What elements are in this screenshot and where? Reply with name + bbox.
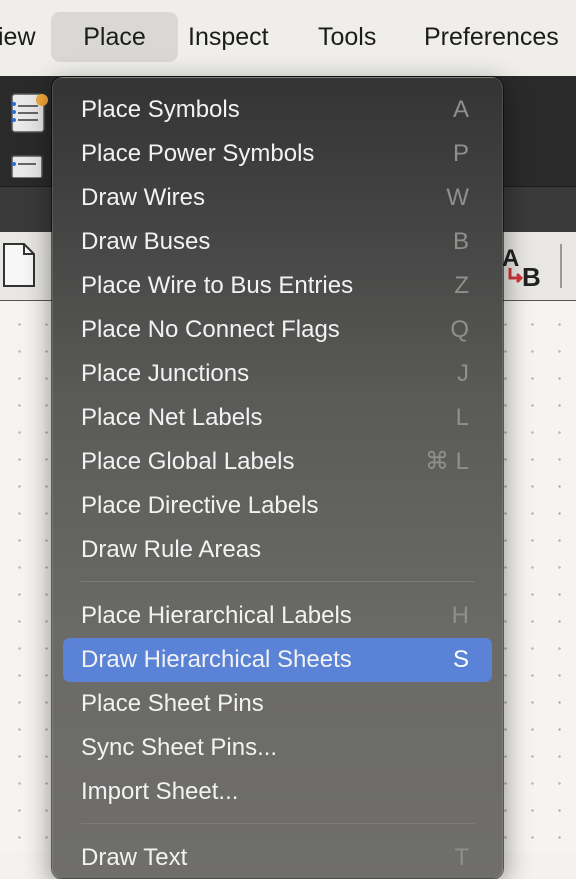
menu-item-shortcut: J [457,360,469,387]
menu-item-draw-text[interactable]: Draw Text T [63,836,492,878]
menu-item-shortcut: H [451,602,469,629]
menu-item-label: Place Junctions [81,360,250,387]
menu-item-sync-sheet-pins[interactable]: Sync Sheet Pins... [63,726,492,770]
toolbar-divider [560,244,562,288]
menu-item-label: Draw Buses [81,228,211,255]
menu-preferences[interactable]: Preferences [424,12,559,62]
menu-item-label: Import Sheet... [81,778,239,805]
sheet-icon[interactable] [0,240,38,292]
menu-item-label: Place No Connect Flags [81,316,340,343]
menu-item-place-directive-labels[interactable]: Place Directive Labels [63,484,492,528]
menu-item-shortcut: P [452,140,469,167]
menu-item-label: Place Global Labels [81,448,295,475]
menu-item-draw-buses[interactable]: Draw Buses B [63,220,492,264]
menu-item-label: Draw Hierarchical Sheets [81,646,352,673]
menu-item-shortcut: Z [454,272,469,299]
menu-item-shortcut: L [455,404,469,431]
menu-item-label: Draw Wires [81,184,205,211]
place-menu: Place Symbols A Place Power Symbols P Dr… [52,77,503,879]
menu-item-label: Sync Sheet Pins... [81,734,278,761]
menu-item-draw-rule-areas[interactable]: Draw Rule Areas [63,528,492,572]
menu-item-place-net-labels[interactable]: Place Net Labels L [63,396,492,440]
menu-item-label: Place Power Symbols [81,140,315,167]
menu-item-shortcut: S [452,646,469,673]
menu-separator [81,581,475,582]
menu-item-label: Place Symbols [81,96,240,123]
menu-item-place-global-labels[interactable]: Place Global Labels ⌘ L [63,440,492,484]
menu-item-shortcut: T [454,844,469,871]
menu-bar: iew Place Inspect Tools Preferences [0,0,576,76]
menu-separator [81,823,475,824]
menu-item-shortcut: B [452,228,469,255]
menu-inspect[interactable]: Inspect [188,12,269,62]
sheet-list-icon[interactable] [8,152,48,179]
menu-item-shortcut: Q [450,316,469,343]
menu-item-import-sheet[interactable]: Import Sheet... [63,770,492,814]
svg-text:B: B [522,262,541,292]
menu-item-label: Draw Text [81,844,188,871]
menu-item-label: Place Directive Labels [81,492,319,519]
menu-view[interactable]: iew [0,12,42,62]
text-replace-icon[interactable]: A B [500,240,550,292]
menu-item-place-hierarchical-labels[interactable]: Place Hierarchical Labels H [63,594,492,638]
menu-item-label: Place Sheet Pins [81,690,264,717]
menu-item-draw-hierarchical-sheets[interactable]: Draw Hierarchical Sheets S [63,638,492,682]
menu-item-place-power-symbols[interactable]: Place Power Symbols P [63,132,492,176]
menu-item-place-junctions[interactable]: Place Junctions J [63,352,492,396]
menu-item-place-sheet-pins[interactable]: Place Sheet Pins [63,682,492,726]
menu-item-label: Place Hierarchical Labels [81,602,352,629]
svg-text:A: A [502,245,519,272]
menu-place[interactable]: Place [51,12,178,62]
menu-item-label: Draw Rule Areas [81,536,262,563]
menu-item-shortcut: W [446,184,469,211]
menu-item-place-symbols[interactable]: Place Symbols A [63,88,492,132]
menu-item-shortcut: ⌘ L [424,448,469,475]
menu-item-place-wire-to-bus-entries[interactable]: Place Wire to Bus Entries Z [63,264,492,308]
menu-item-shortcut: A [452,96,469,123]
menu-item-place-no-connect-flags[interactable]: Place No Connect Flags Q [63,308,492,352]
menu-item-draw-wires[interactable]: Draw Wires W [63,176,492,220]
menu-tools[interactable]: Tools [318,12,376,62]
menu-item-label: Place Wire to Bus Entries [81,272,354,299]
menu-item-label: Place Net Labels [81,404,263,431]
symbol-editor-icon[interactable] [8,90,52,138]
